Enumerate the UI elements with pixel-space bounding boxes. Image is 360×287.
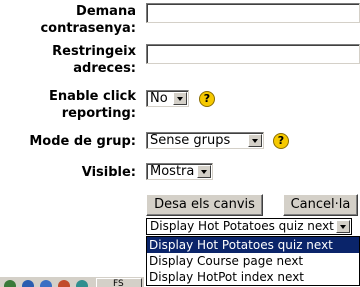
dropdown-option-quiz[interactable]: Display Hot Potatoes quiz next [147, 237, 359, 253]
restrict-address-label-text: Restringeix adreces: [52, 44, 136, 76]
dropdown-option-course[interactable]: Display Course page next [147, 253, 359, 269]
click-reporting-label: Enable click reporting: [4, 88, 136, 122]
dropdown-option-index[interactable]: Display HotPot index next [147, 269, 359, 285]
group-mode-value: Sense grups [150, 133, 231, 148]
visible-label: Visible: [4, 164, 136, 181]
after-save-select[interactable]: Display Hot Potatoes quiz next [146, 218, 352, 235]
restrict-address-input[interactable] [146, 44, 360, 64]
password-input[interactable] [146, 3, 360, 23]
cancel-button[interactable]: Cancel·la [283, 194, 358, 216]
click-reporting-label-text: Enable click reporting: [49, 89, 136, 121]
visible-label-text: Visible: [81, 165, 136, 180]
password-label-text: Demana contrasenya: [40, 4, 136, 36]
group-mode-label-text: Mode de grup: [29, 134, 136, 149]
click-reporting-value: No [150, 91, 168, 106]
chevron-down-icon[interactable] [173, 92, 187, 105]
taskbar: FS [0, 276, 144, 287]
chevron-down-icon[interactable] [197, 165, 211, 178]
after-save-value: Display Hot Potatoes quiz next [150, 219, 334, 233]
chevron-down-icon[interactable] [336, 220, 350, 233]
restrict-address-label: Restringeix adreces: [4, 43, 136, 77]
group-mode-label: Mode de grup: [4, 133, 136, 150]
password-label: Demana contrasenya: [4, 3, 136, 37]
group-mode-select[interactable]: Sense grups [146, 132, 264, 149]
after-save-dropdown-list: Display Hot Potatoes quiz next Display C… [146, 236, 360, 286]
save-changes-button[interactable]: Desa els canvis [146, 194, 263, 216]
chevron-down-icon[interactable] [248, 134, 262, 147]
group-mode-help-icon[interactable]: ? [273, 133, 289, 149]
visible-value: Mostra [150, 164, 195, 179]
visible-select[interactable]: Mostra [146, 163, 213, 180]
click-reporting-help-icon[interactable]: ? [199, 91, 215, 107]
click-reporting-select[interactable]: No [146, 90, 189, 107]
